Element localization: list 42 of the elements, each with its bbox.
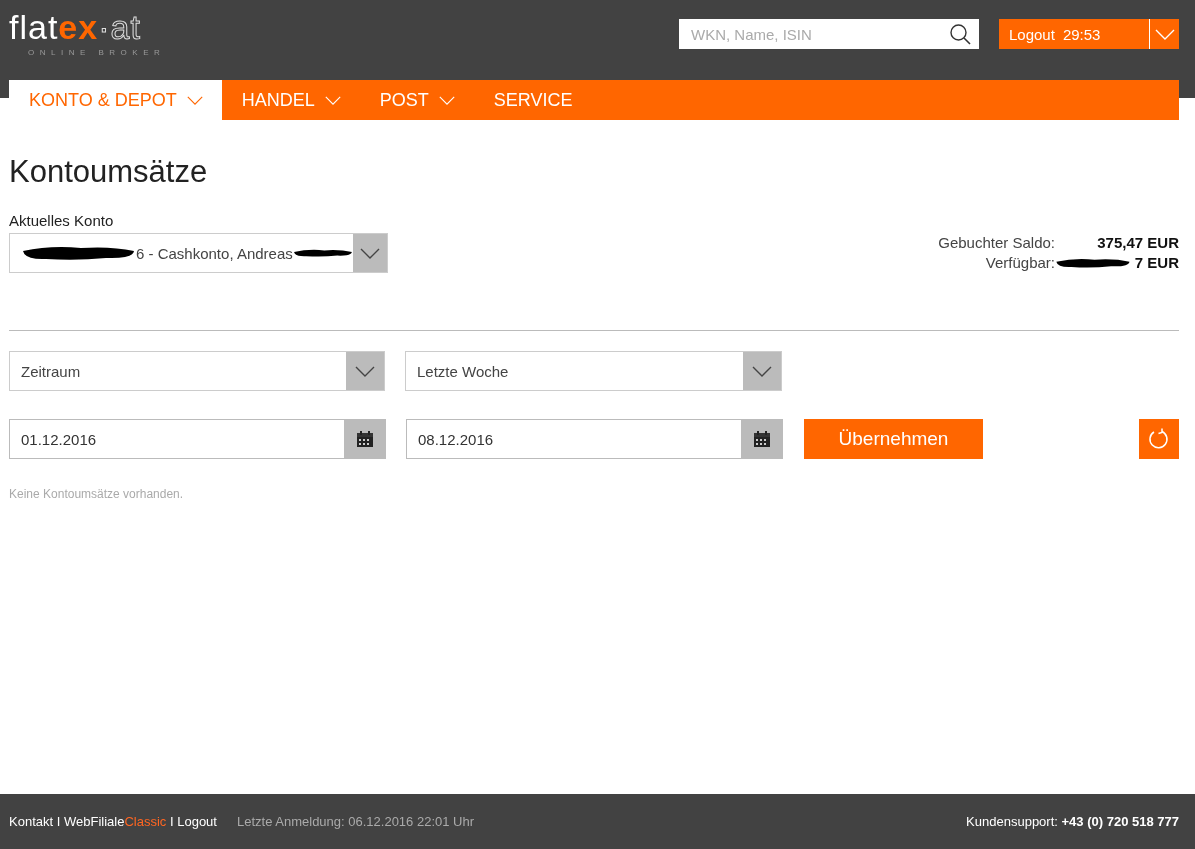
calendar-icon [752,430,771,448]
footer-link[interactable]: WebFilialeClassic [63,814,167,829]
refresh-icon [1148,428,1170,450]
chevron-down-icon [186,95,203,105]
search-icon [950,23,971,45]
balance-value: 375,47 EUR [1097,233,1179,253]
support-label: Kundensupport: [966,814,1058,829]
support-phone: +43 (0) 720 518 777 [1061,814,1179,829]
date-field[interactable]: 01.12.2016 [9,419,386,459]
chevron-down-icon [1154,28,1175,40]
chevron-down-icon [324,95,341,105]
dropdown[interactable]: Letzte Woche [405,351,782,391]
footer-link[interactable]: Kontakt [9,814,54,829]
separator: I [56,814,61,829]
dropdown-value: Zeitraum [21,362,81,380]
calendar-icon [355,430,374,448]
search-field[interactable]: WKN, Name, ISIN [679,19,979,49]
field-label: Aktuelles Konto [9,212,115,229]
dropdown[interactable]: Zeitraum [9,351,385,391]
last-login: Letzte Anmeldung: 06.12.2016 22:01 Uhr [236,814,475,829]
chevron-down-icon [359,247,380,259]
date-field[interactable]: 08.12.2016 [406,419,783,459]
session-timer: 29:53 [1062,25,1101,43]
logo-text: flatex·at [9,12,142,42]
dropdown-value: Letzte Woche [417,362,509,380]
logo[interactable]: flatex·at ONLINE BROKER [9,12,166,57]
chevron-down-icon [752,365,772,377]
refresh-button[interactable] [1139,419,1179,459]
footer-link[interactable]: Logout [177,814,217,829]
account-value: 6 - Cashkonto, Andreas [136,244,293,262]
calendar-button[interactable] [344,420,385,458]
empty-message: Keine Kontoumsätze vorhanden. [9,487,185,501]
separator: I [169,814,174,829]
chevron-down-icon [355,365,375,377]
balance-label: Verfügbar: [984,253,1055,273]
chevron-down-icon [438,95,455,105]
calendar-button[interactable] [741,420,782,458]
logo-tagline: ONLINE BROKER [27,48,166,57]
balance-value: 7 EUR [1134,253,1179,273]
page-title: Kontoumsätze [9,153,209,191]
balance-label: Gebuchter Saldo: [938,233,1055,253]
dropdown[interactable]: 6 - Cashkonto, Andreas [9,233,388,273]
